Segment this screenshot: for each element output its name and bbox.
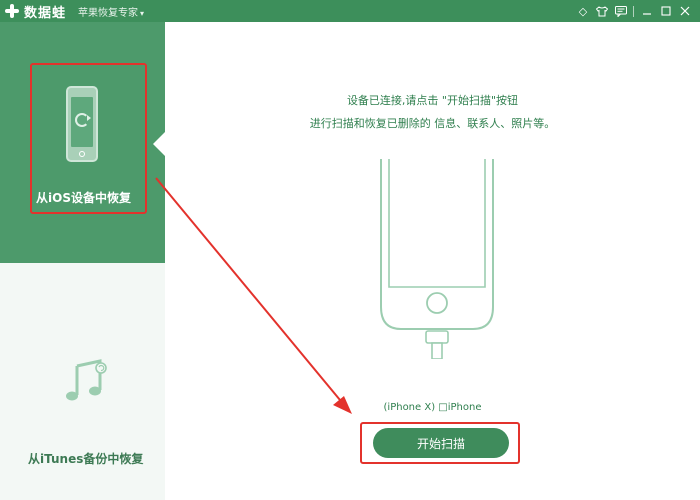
maximize-icon[interactable] (657, 2, 675, 20)
minimize-icon[interactable] (638, 2, 656, 20)
app-subtitle-dropdown[interactable]: 苹果恢复专家 ▾ (78, 4, 144, 19)
app-subtitle-label: 苹果恢复专家 (78, 8, 138, 19)
diamond-icon[interactable]: ◇ (574, 2, 592, 20)
chevron-down-icon: ▾ (140, 9, 145, 18)
app-logo: 数据蛙 (4, 2, 67, 21)
iphone-illustration (380, 159, 494, 359)
title-bar: 数据蛙 苹果恢复专家 ▾ ◇ (0, 0, 700, 22)
titlebar-separator (633, 5, 634, 17)
instruction-line-2: 进行扫描和恢复已删除的 信息、联系人、照片等。 (309, 117, 556, 130)
close-icon[interactable] (676, 2, 694, 20)
app-name: 数据蛙 (24, 5, 67, 21)
chat-icon[interactable] (612, 2, 630, 20)
plus-logo-icon (4, 3, 20, 19)
sidebar-highlight-box (30, 63, 147, 214)
sidebar-item-itunes-backup[interactable]: 从iTunes备份中恢复 (0, 263, 165, 500)
music-restore-icon (66, 359, 107, 401)
instruction-line-1: 设备已连接,请点击 "开始扫描"按钮 (346, 94, 519, 107)
titlebar-controls: ◇ (573, 2, 694, 20)
button-highlight-box (360, 422, 520, 464)
shirt-icon[interactable] (593, 2, 611, 20)
active-pointer (153, 132, 165, 156)
device-model-label: (iPhone X) □iPhone (383, 402, 482, 413)
